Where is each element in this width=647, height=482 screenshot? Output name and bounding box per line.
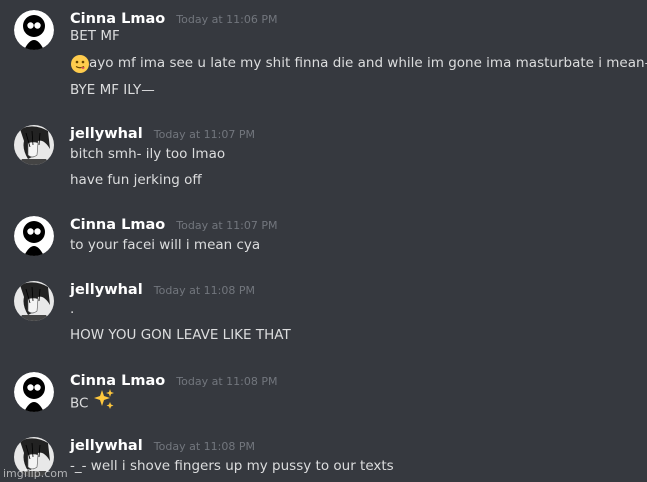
jellywhal-avatar[interactable]	[14, 281, 54, 321]
timestamp: Today at 11:08 PM	[176, 375, 278, 388]
message-header: jellywhal Today at 11:08 PM	[70, 435, 255, 457]
sparkles-emoji-icon	[93, 388, 115, 416]
username[interactable]: Cinna Lmao	[70, 217, 165, 233]
cinna-avatar-icon	[14, 216, 54, 256]
message-header: jellywhal Today at 11:07 PM	[70, 123, 255, 145]
cinna-avatar[interactable]	[14, 10, 54, 50]
message-text-content: BC	[70, 395, 89, 412]
message-header: jellywhal Today at 11:08 PM	[70, 279, 255, 301]
watermark: imgflip.com	[3, 467, 68, 480]
message-text: to your facei will i mean cya	[70, 237, 261, 253]
message-group: jellywhal Today at 11:08 PM . HOW YOU GO…	[0, 279, 647, 349]
username[interactable]: Cinna Lmao	[70, 373, 165, 389]
jellywhal-avatar[interactable]	[14, 125, 54, 165]
slightly-smiling-tongue-emoji-icon	[70, 54, 90, 78]
message-text: BET MF	[70, 28, 120, 44]
cinna-avatar[interactable]	[14, 372, 54, 412]
message-group: Cinna Lmao Today at 11:06 PM BET MF ayo …	[0, 8, 647, 108]
message-text: BC	[70, 388, 115, 416]
message-text: BYE MF ILY—	[70, 82, 155, 98]
cinna-avatar-icon	[14, 10, 54, 50]
message-group: jellywhal Today at 11:08 PM -_- well i s…	[0, 435, 647, 482]
message-header: Cinna Lmao Today at 11:07 PM	[70, 214, 277, 236]
cinna-avatar[interactable]	[14, 216, 54, 256]
message-text: HOW YOU GON LEAVE LIKE THAT	[70, 327, 291, 343]
jellywhal-avatar-icon	[14, 281, 54, 321]
message-text: have fun jerking off	[70, 172, 202, 188]
timestamp: Today at 11:07 PM	[176, 219, 278, 232]
timestamp: Today at 11:08 PM	[153, 440, 255, 453]
message-group: Cinna Lmao Today at 11:08 PM BC	[0, 370, 647, 420]
username[interactable]: jellywhal	[70, 282, 143, 298]
message-text: bitch smh- ily too lmao	[70, 146, 226, 162]
message-text: ayo mf ima see u late my shit finna die …	[89, 55, 647, 71]
message-text: .	[70, 301, 75, 317]
username[interactable]: jellywhal	[70, 126, 143, 142]
username[interactable]: Cinna Lmao	[70, 11, 165, 27]
username[interactable]: jellywhal	[70, 438, 143, 454]
message-text: -_- well i shove fingers up my pussy to …	[70, 458, 394, 474]
jellywhal-avatar-icon	[14, 125, 54, 165]
timestamp: Today at 11:07 PM	[153, 128, 255, 141]
timestamp: Today at 11:08 PM	[153, 284, 255, 297]
message-group: jellywhal Today at 11:07 PM bitch smh- i…	[0, 123, 647, 193]
cinna-avatar-icon	[14, 372, 54, 412]
message-group: Cinna Lmao Today at 11:07 PM to your fac…	[0, 214, 647, 264]
timestamp: Today at 11:06 PM	[176, 13, 278, 26]
